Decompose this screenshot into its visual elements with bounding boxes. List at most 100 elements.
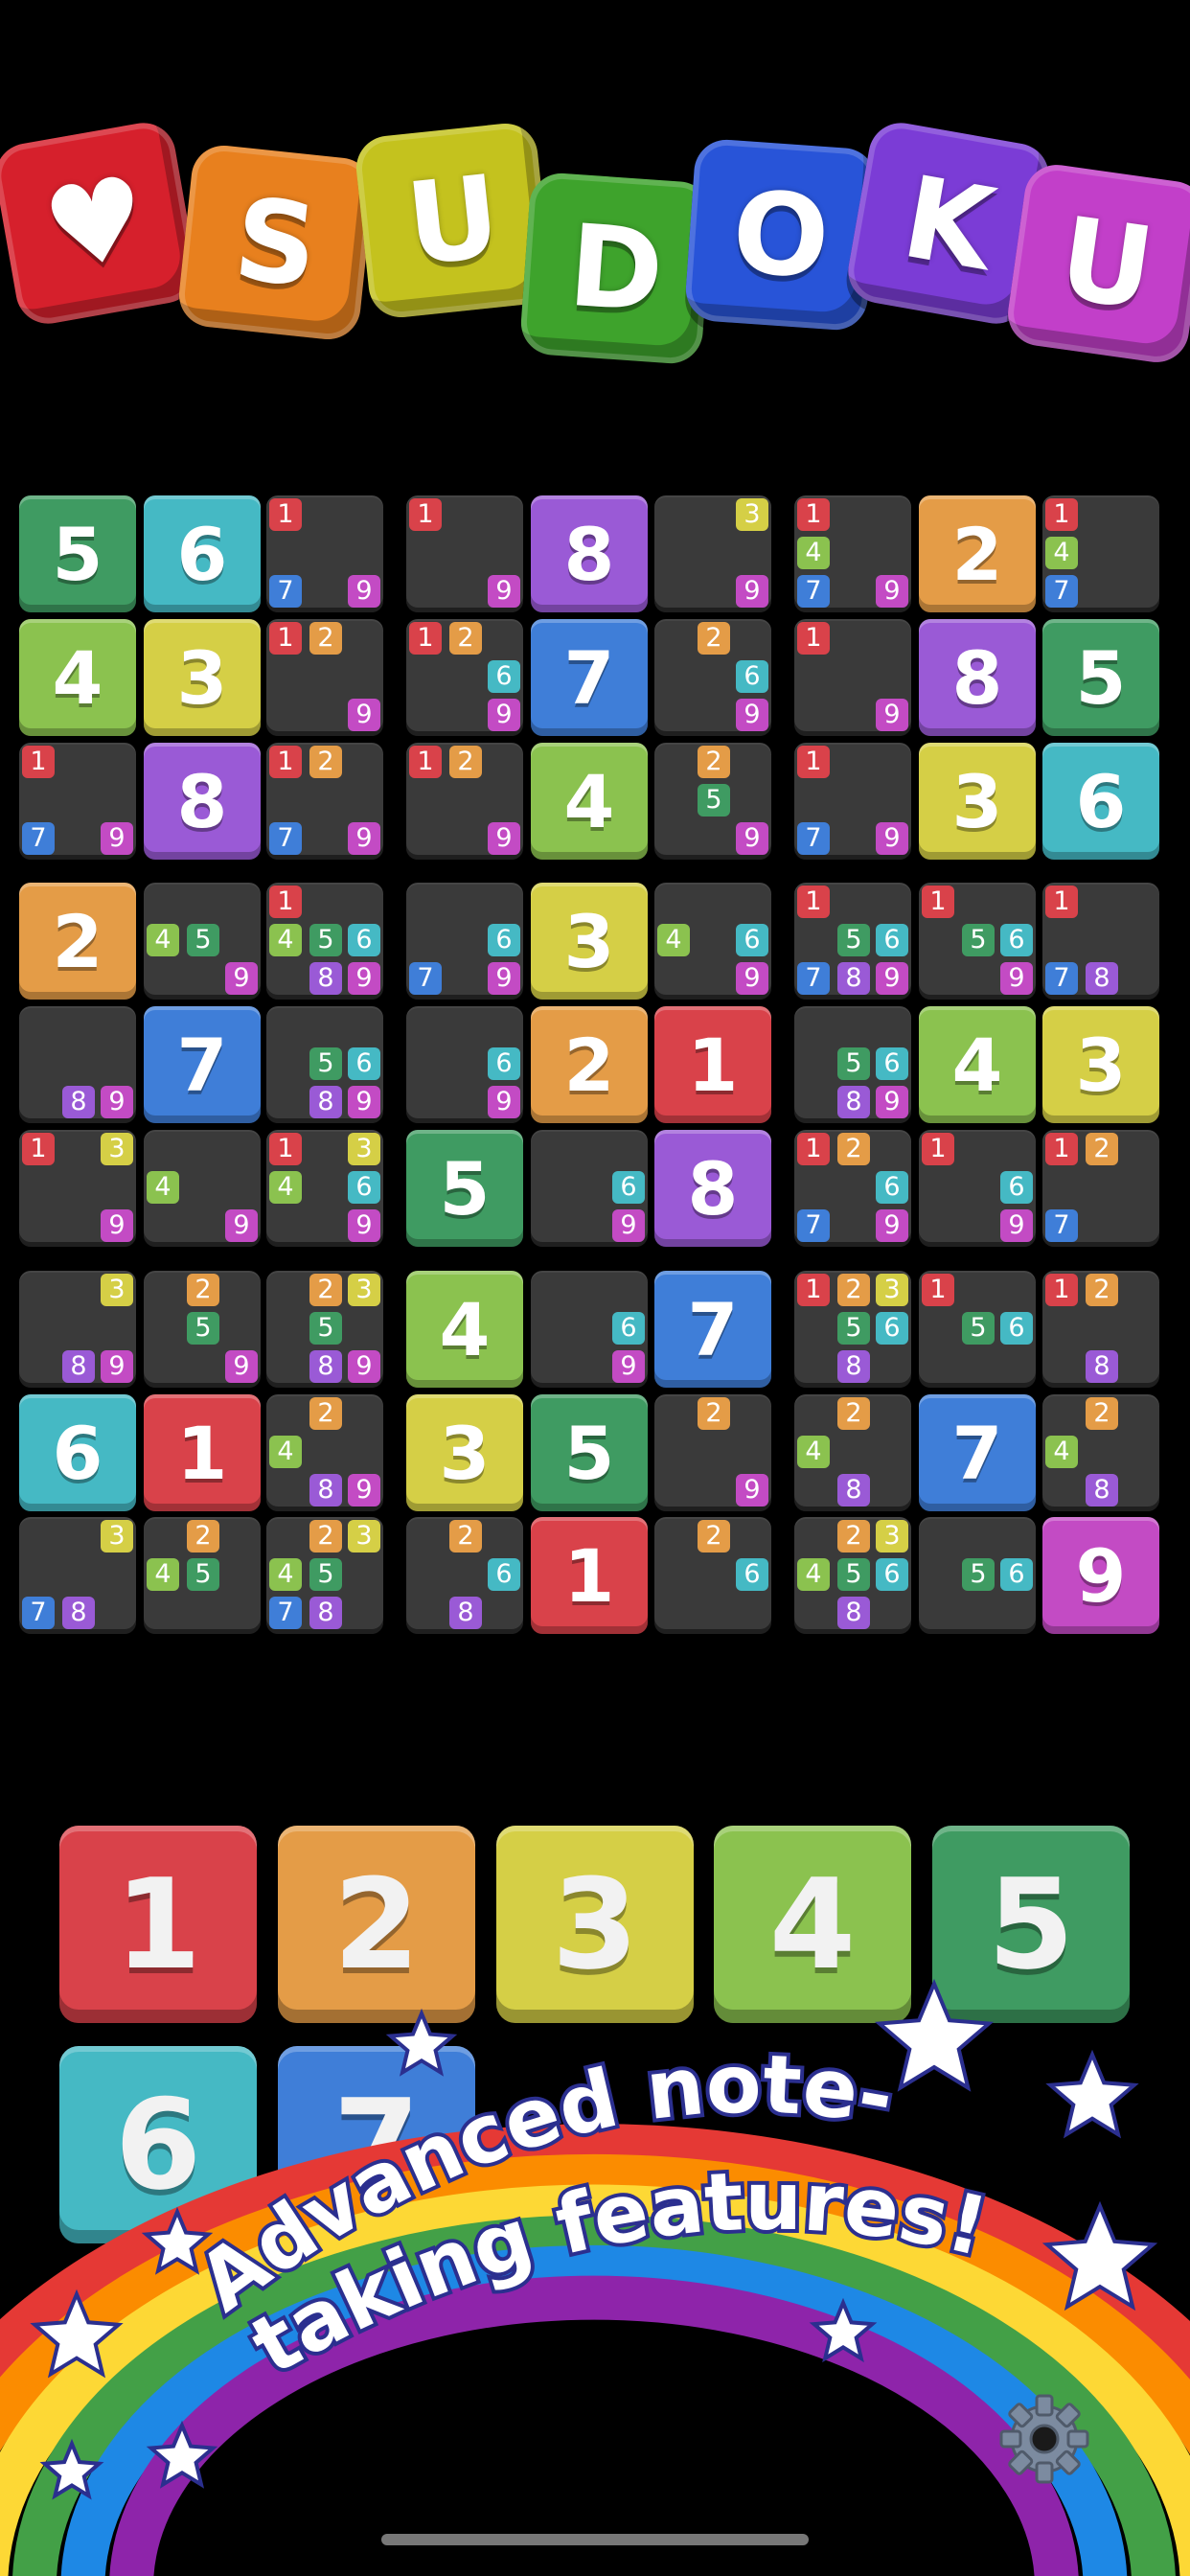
board-cell-empty[interactable]: 1 3 4 6 9 [266,1130,383,1247]
board-cell-filled[interactable]: 3 [144,619,261,736]
board-cell-empty[interactable]: 2 59 [144,1271,261,1388]
board-cell-empty[interactable]: 268 [406,1517,523,1634]
board-cell-empty[interactable]: 12 7 9 [266,743,383,860]
board-cell-empty[interactable]: 6 7 9 [406,883,523,1000]
board-cell-empty[interactable]: 3 89 [19,1271,136,1388]
board-cell-empty[interactable]: 26 [654,1517,771,1634]
cell-value: 5 [1075,634,1127,721]
board-cell-empty[interactable]: 459 [144,883,261,1000]
board-cell-empty[interactable]: 23 4568 [794,1517,911,1634]
board-cell-filled[interactable]: 5 [406,1130,523,1247]
board-cell-filled[interactable]: 6 [1042,743,1159,860]
board-cell-empty[interactable]: 56 [919,1517,1036,1634]
pencil-note: 9 [612,1350,645,1383]
board-cell-filled[interactable]: 7 [654,1271,771,1388]
board-cell-empty[interactable]: 1 4 7 9 [794,495,911,612]
board-cell-filled[interactable]: 1 [531,1517,648,1634]
board-cell-empty[interactable]: 19 [406,495,523,612]
board-cell-filled[interactable]: 6 [144,495,261,612]
board-cell-filled[interactable]: 8 [531,495,648,612]
board-cell-filled[interactable]: 1 [654,1006,771,1123]
board-cell-filled[interactable]: 3 [531,883,648,1000]
board-cell-filled[interactable]: 4 [531,743,648,860]
board-cell-empty[interactable]: 29 [654,1394,771,1511]
board-cell-empty[interactable]: 1 3 9 [19,1130,136,1247]
board-cell-empty[interactable]: 4 6 9 [654,883,771,1000]
board-cell-empty[interactable]: 12 9 [266,619,383,736]
board-cell-empty[interactable]: 69 [531,1271,648,1388]
board-cell-empty[interactable]: 156 [919,1271,1036,1388]
board-cell-empty[interactable]: 49 [144,1130,261,1247]
board-cell-empty[interactable]: 5689 [794,1006,911,1123]
board-cell-empty[interactable]: 69 [531,1130,648,1247]
gear-icon[interactable] [992,2386,1097,2492]
board-cell-empty[interactable]: 3 78 [19,1517,136,1634]
pencil-note: 6 [348,1047,380,1080]
board-cell-filled[interactable]: 3 [406,1394,523,1511]
board-cell-filled[interactable]: 3 [1042,1006,1159,1123]
pencil-note: 7 [797,575,830,608]
board-cell-empty[interactable]: 5689 [266,1006,383,1123]
board-cell-filled[interactable]: 2 [19,883,136,1000]
pencil-note: 9 [488,962,520,995]
board-cell-filled[interactable]: 4 [406,1271,523,1388]
board-cell-empty[interactable]: 1 6 9 [919,1130,1036,1247]
pencil-note: 6 [876,924,908,956]
board-cell-empty[interactable]: 1 4 7 [1042,495,1159,612]
board-cell-empty[interactable]: 1 45689 [266,883,383,1000]
pencil-note: 1 [797,1274,830,1306]
board-cell-filled[interactable]: 1 [144,1394,261,1511]
board-cell-empty[interactable]: 1 7 9 [19,743,136,860]
board-cell-empty[interactable]: 245 [144,1517,261,1634]
board-cell-filled[interactable]: 3 [919,743,1036,860]
board-cell-filled[interactable]: 5 [1042,619,1159,736]
board-cell-empty[interactable]: 19 [794,619,911,736]
board-cell-filled[interactable]: 7 [144,1006,261,1123]
board-cell-filled[interactable]: 2 [531,1006,648,1123]
pencil-note: 6 [736,1558,768,1591]
board-cell-filled[interactable]: 5 [531,1394,648,1511]
board-cell-empty[interactable]: 1 78 [1042,883,1159,1000]
cell-value: 5 [563,1410,615,1496]
board-cell-filled[interactable]: 4 [919,1006,1036,1123]
board-cell-filled[interactable]: 5 [19,495,136,612]
board-cell-filled[interactable]: 7 [531,619,648,736]
board-cell-empty[interactable]: 126 7 9 [794,1130,911,1247]
board-cell-filled[interactable]: 7 [919,1394,1036,1511]
board-cell-empty[interactable]: 12 7 [1042,1130,1159,1247]
board-cell-empty[interactable]: 156 789 [794,883,911,1000]
board-cell-filled[interactable]: 6 [19,1394,136,1511]
board-cell-filled[interactable]: 8 [654,1130,771,1247]
board-cell-empty[interactable]: 2489 [266,1394,383,1511]
pencil-note: 9 [101,1209,133,1242]
board-cell-empty[interactable]: 1 7 9 [794,743,911,860]
board-cell-filled[interactable]: 4 [19,619,136,736]
pencil-note: 9 [225,1350,258,1383]
home-indicator[interactable] [381,2534,809,2545]
board-cell-empty[interactable]: 1 7 9 [266,495,383,612]
board-cell-empty[interactable]: 12 9 [406,743,523,860]
board-cell-empty[interactable]: 39 [654,495,771,612]
board-cell-empty[interactable]: 12 8 [1042,1271,1159,1388]
pencil-note: 6 [876,1558,908,1591]
board-cell-empty[interactable]: 1569 [919,883,1036,1000]
board-cell-filled[interactable]: 2 [919,495,1036,612]
board-cell-empty[interactable]: 23 4578 [266,1517,383,1634]
pencil-note: 9 [876,962,908,995]
board-cell-empty[interactable]: 126 9 [406,619,523,736]
board-cell-empty[interactable]: 248 [794,1394,911,1511]
board-cell-empty[interactable]: 69 [406,1006,523,1123]
cell-value: 4 [951,1022,1003,1108]
board-cell-empty[interactable]: 2 59 [654,743,771,860]
board-cell-empty[interactable]: 89 [19,1006,136,1123]
pencil-note: 8 [309,962,342,995]
board-cell-empty[interactable]: 235 89 [266,1271,383,1388]
board-cell-filled[interactable]: 9 [1042,1517,1159,1634]
board-cell-empty[interactable]: 248 [1042,1394,1159,1511]
board-cell-filled[interactable]: 8 [919,619,1036,736]
board-cell-filled[interactable]: 8 [144,743,261,860]
board-cell-empty[interactable]: 26 9 [654,619,771,736]
pencil-note: 6 [876,1171,908,1204]
board-cell-empty[interactable]: 123568 [794,1271,911,1388]
pencil-note: 1 [269,886,302,918]
